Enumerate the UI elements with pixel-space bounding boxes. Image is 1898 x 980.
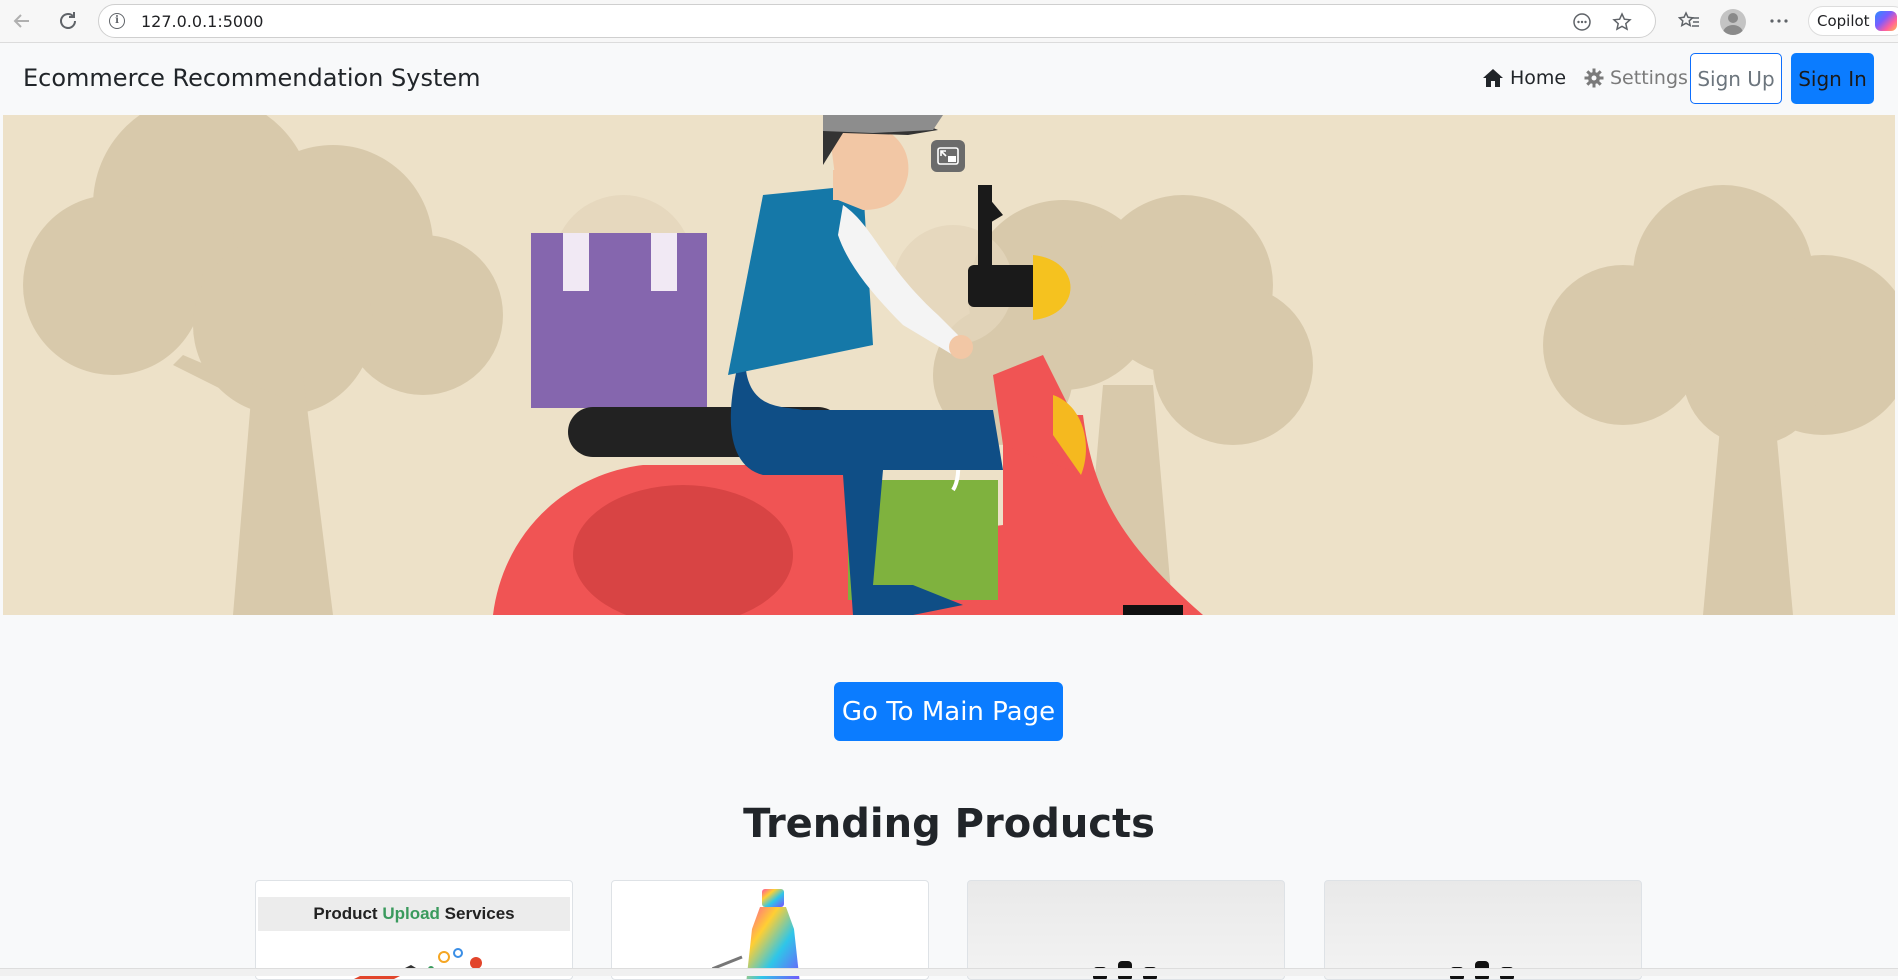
product-card[interactable] [611,880,929,980]
product-card[interactable] [1324,880,1642,980]
nav-settings-label: Settings [1610,67,1688,89]
address-url[interactable]: 127.0.0.1:5000 [141,12,263,31]
trending-products-heading: Trending Products [743,801,1155,847]
product-card[interactable] [967,880,1285,980]
product-card[interactable]: Product Upload Services [255,880,573,980]
more-options-icon[interactable] [1767,9,1791,33]
copilot-logo-icon [1875,11,1897,31]
back-arrow-icon[interactable] [10,9,34,33]
banner-prefix: Product [313,904,383,923]
banner-suffix: Services [439,904,515,923]
go-to-main-page-button[interactable]: Go To Main Page [834,682,1063,741]
favorite-star-icon[interactable] [1611,11,1633,33]
hero-banner-video[interactable] [3,115,1895,615]
favorites-list-icon[interactable] [1677,9,1701,33]
copilot-label: Copilot [1817,12,1870,30]
sign-in-button[interactable]: Sign In [1791,53,1874,104]
nav-home-label: Home [1510,67,1567,89]
banner-highlight: Upload [382,904,440,923]
reload-icon[interactable] [56,9,80,33]
profile-avatar-icon[interactable] [1720,9,1746,35]
picture-in-picture-icon[interactable] [931,140,965,172]
site-navbar: Ecommerce Recommendation System Home Set… [0,43,1898,115]
sign-up-button[interactable]: Sign Up [1690,53,1782,104]
water-bottle-image [712,889,800,979]
home-icon [1483,69,1503,87]
copilot-button[interactable]: Copilot [1808,6,1898,36]
nav-home-link[interactable]: Home [1482,67,1566,89]
read-aloud-icon[interactable] [1571,11,1593,33]
product-image-banner: Product Upload Services [258,897,570,931]
delivery-scooter-illustration [3,115,1895,615]
brand-title[interactable]: Ecommerce Recommendation System [23,64,481,92]
gear-icon [1584,68,1604,88]
nav-settings-link[interactable]: Settings [1584,67,1688,89]
site-info-icon[interactable]: i [109,13,125,29]
address-bar[interactable]: i 127.0.0.1:5000 [98,4,1656,38]
browser-toolbar: i 127.0.0.1:5000 Copilot [0,0,1898,43]
